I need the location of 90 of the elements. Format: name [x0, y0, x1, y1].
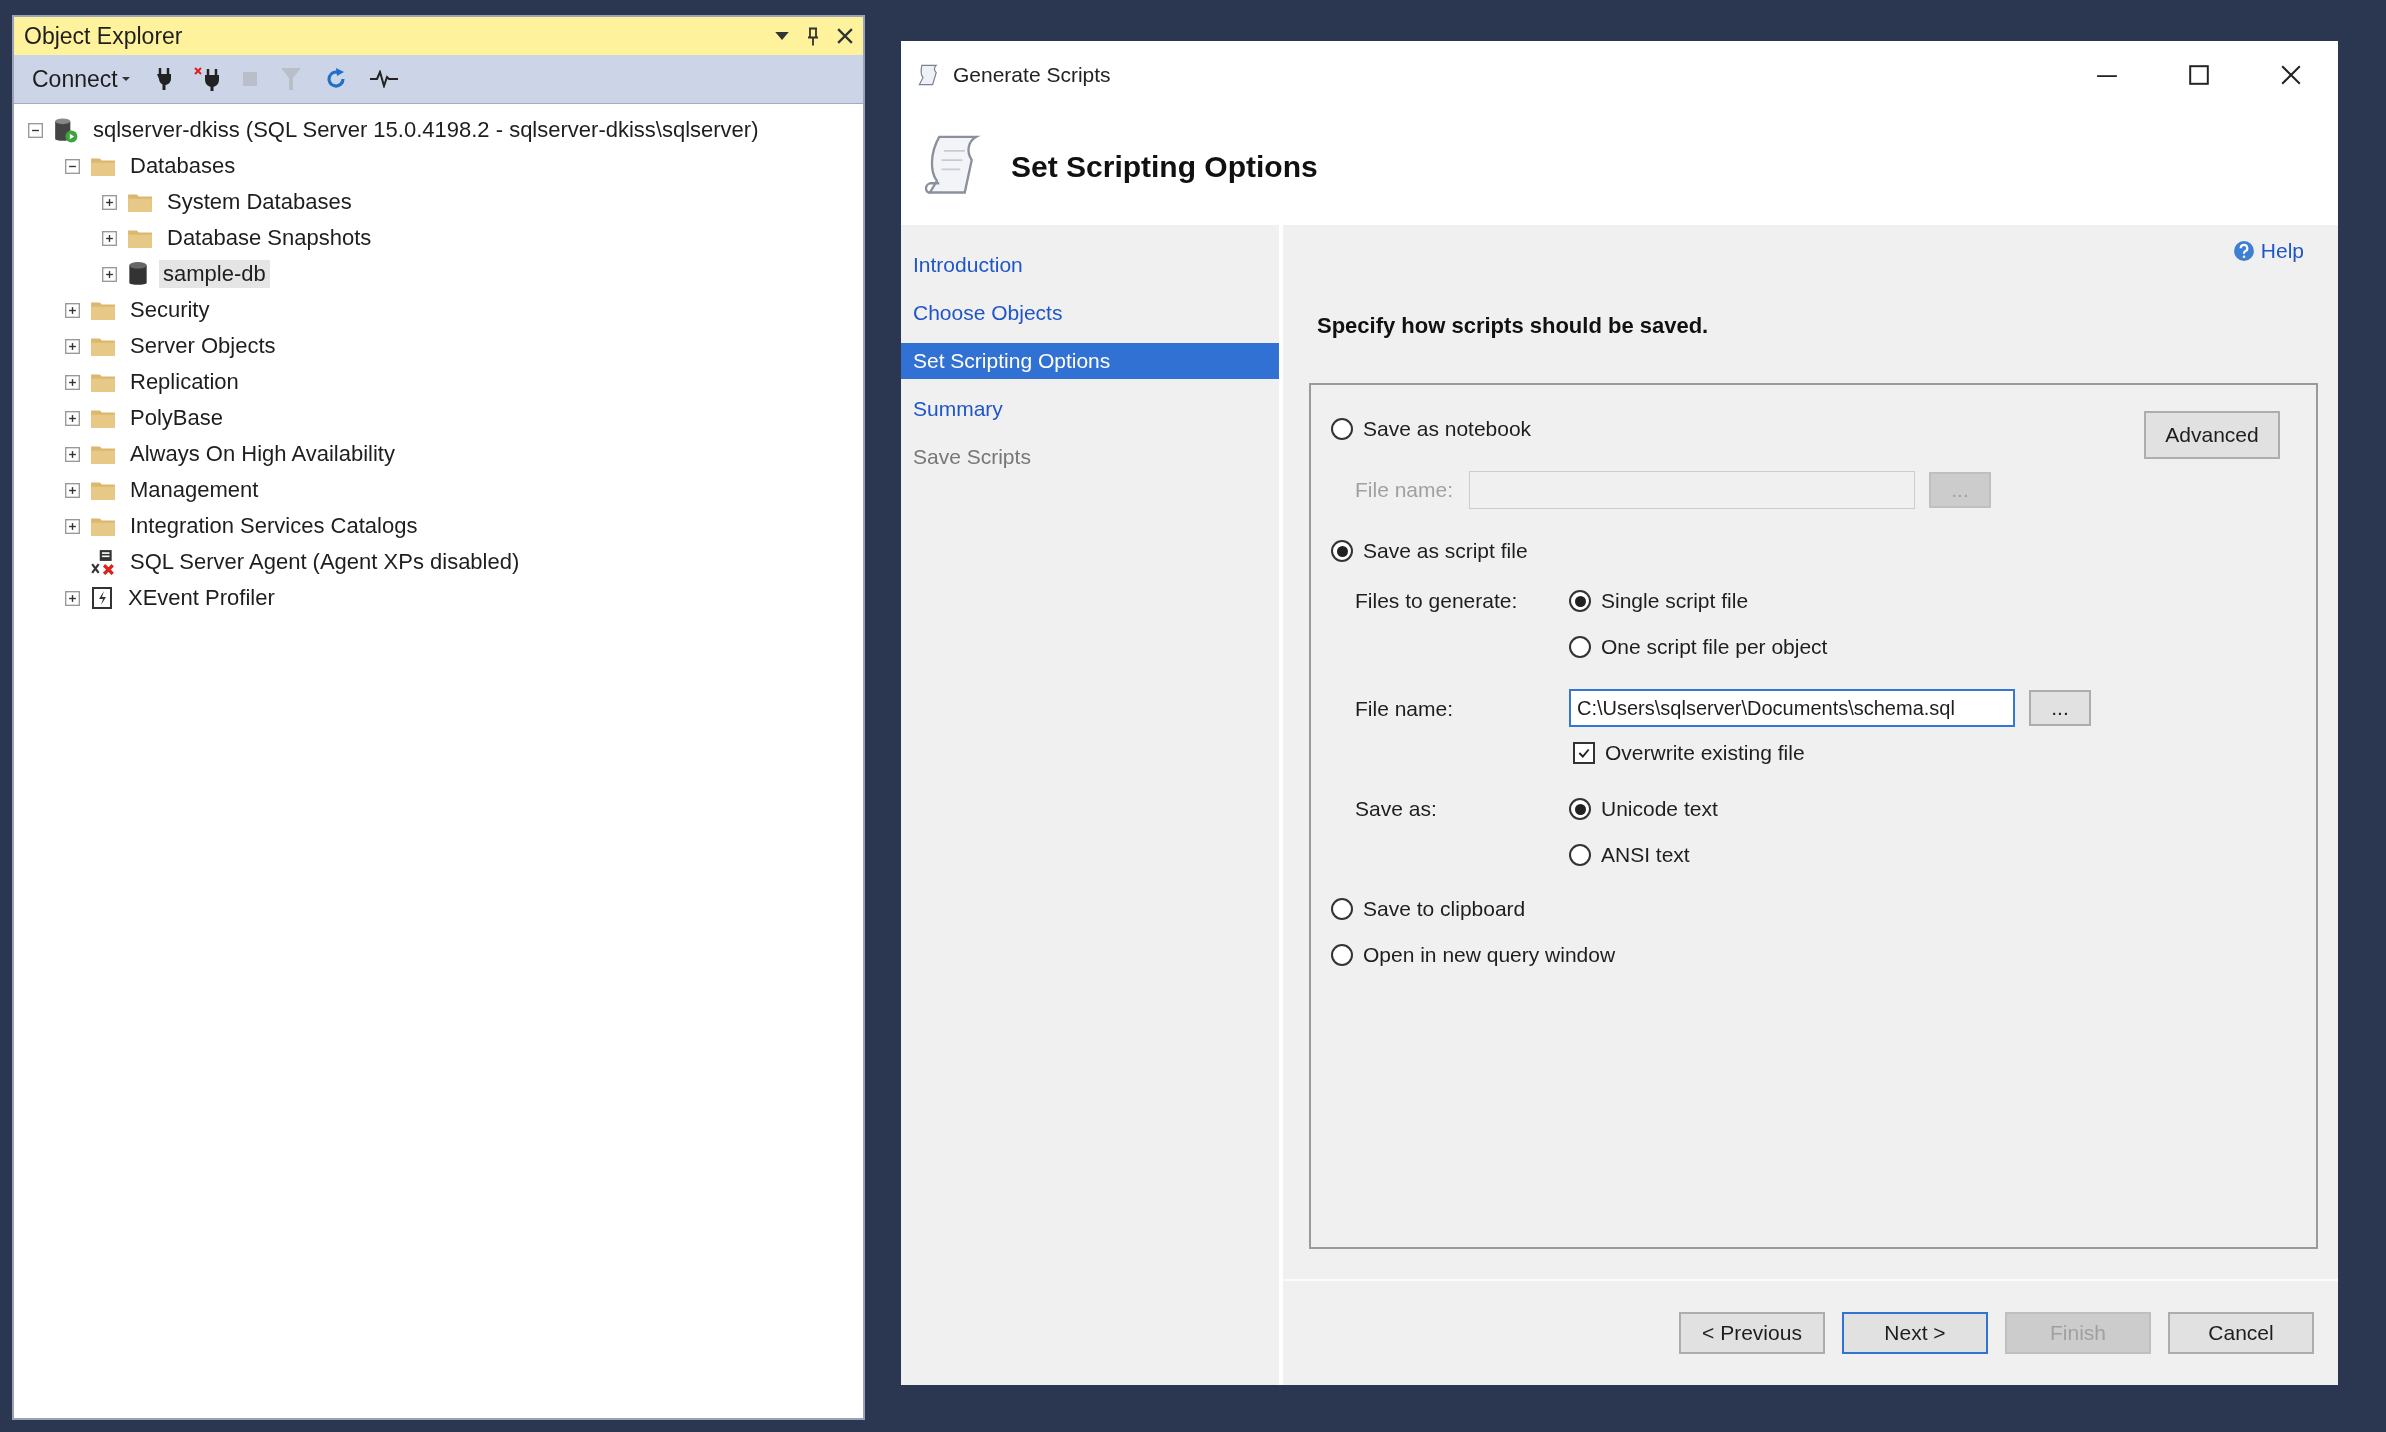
- tree-item[interactable]: sample-db: [159, 260, 270, 288]
- instruction-text: Specify how scripts should be saved.: [1317, 313, 1710, 339]
- activity-icon[interactable]: [369, 70, 398, 88]
- agent-icon: [90, 549, 116, 575]
- collapse-icon[interactable]: [28, 122, 43, 138]
- tree-item[interactable]: System Databases: [163, 188, 356, 216]
- checkbox[interactable]: [1573, 742, 1595, 764]
- wizard-button[interactable]: Cancel: [2168, 1312, 2314, 1354]
- expand-icon[interactable]: [102, 194, 117, 210]
- expand-icon[interactable]: [65, 446, 80, 462]
- radio-button[interactable]: [1331, 898, 1353, 920]
- option-label: Overwrite existing file: [1605, 741, 1805, 765]
- help-link[interactable]: Help: [2232, 239, 2304, 263]
- tree-item[interactable]: Integration Services Catalogs: [126, 512, 422, 540]
- option-label: Single script file: [1601, 589, 1749, 613]
- disconnect-icon[interactable]: [193, 67, 220, 91]
- field-label: File name:: [1355, 696, 1455, 722]
- tree-item[interactable]: Replication: [126, 368, 243, 396]
- panel-title: Object Explorer: [24, 22, 183, 50]
- folder-icon: [90, 371, 116, 393]
- wizard-button[interactable]: < Previous: [1679, 1312, 1825, 1354]
- folder-icon: [90, 155, 116, 177]
- tree-item[interactable]: sqlserver-dkiss (SQL Server 15.0.4198.2 - sqlserver-dkiss\sqlserver): [89, 116, 763, 144]
- expand-icon[interactable]: [65, 410, 80, 426]
- expand-icon[interactable]: [102, 230, 117, 246]
- radio-button[interactable]: [1569, 798, 1591, 820]
- collapse-icon[interactable]: [65, 158, 80, 174]
- tree-item[interactable]: PolyBase: [126, 404, 227, 432]
- wizard-step-link[interactable]: Summary: [901, 391, 1279, 427]
- option-label: Open in new query window: [1363, 943, 1616, 967]
- tree-item[interactable]: Security: [126, 296, 214, 324]
- advanced-button[interactable]: Advanced: [2144, 411, 2280, 459]
- connect-button[interactable]: Connect: [28, 65, 134, 93]
- tree-item[interactable]: XEvent Profiler: [124, 584, 279, 612]
- page-heading: Set Scripting Options: [1011, 150, 1318, 184]
- folder-icon: [90, 407, 116, 429]
- radio-button[interactable]: [1331, 944, 1353, 966]
- checkmark-icon: [1577, 746, 1591, 760]
- profiler-icon: [90, 586, 114, 610]
- tree-item[interactable]: Server Objects: [126, 332, 280, 360]
- tree-item[interactable]: Management: [126, 476, 263, 504]
- tree-item[interactable]: Always On High Availability: [126, 440, 399, 468]
- help-icon: [2232, 240, 2255, 262]
- tree-item[interactable]: SQL Server Agent (Agent XPs disabled): [126, 548, 524, 576]
- wizard-step-link[interactable]: Set Scripting Options: [901, 343, 1279, 379]
- window-title: Generate Scripts: [953, 63, 1111, 87]
- expand-icon[interactable]: [65, 374, 80, 390]
- field-label: Files to generate:: [1355, 588, 1519, 614]
- help-label[interactable]: Help: [2260, 239, 2304, 263]
- expand-icon[interactable]: [65, 338, 80, 354]
- wizard-step-link[interactable]: Introduction: [901, 247, 1279, 283]
- plug-icon[interactable]: [155, 67, 172, 91]
- expand-icon[interactable]: [102, 266, 117, 282]
- option-label: Save as notebook: [1363, 417, 1532, 441]
- field-label: File name:: [1355, 478, 1455, 502]
- option-label: Save as script file: [1363, 539, 1528, 563]
- option-label: ANSI text: [1601, 843, 1690, 867]
- wizard-button[interactable]: Next >: [1842, 1312, 1988, 1354]
- server-icon: [53, 117, 79, 143]
- folder-icon: [90, 515, 116, 537]
- radio-button[interactable]: [1569, 590, 1591, 612]
- option-label: Unicode text: [1601, 797, 1718, 821]
- folder-icon: [90, 335, 116, 357]
- folder-icon: [127, 227, 153, 249]
- dropdown-icon[interactable]: [775, 31, 789, 41]
- close-icon[interactable]: [837, 28, 853, 44]
- pin-icon[interactable]: [807, 26, 819, 46]
- database-icon: [127, 261, 149, 287]
- radio-button[interactable]: [1569, 636, 1591, 658]
- tree-item[interactable]: Database Snapshots: [163, 224, 376, 252]
- expand-icon[interactable]: [65, 482, 80, 498]
- tree-item[interactable]: Databases: [126, 152, 240, 180]
- option-label: One script file per object: [1601, 635, 1828, 659]
- option-label: Save to clipboard: [1363, 897, 1526, 921]
- caret-icon: [121, 76, 130, 82]
- radio-button[interactable]: [1331, 540, 1353, 562]
- folder-icon: [90, 479, 116, 501]
- expand-icon[interactable]: [65, 302, 80, 318]
- wizard-step-link[interactable]: Choose Objects: [901, 295, 1279, 331]
- maximize-icon[interactable]: [2188, 64, 2210, 86]
- folder-icon: [90, 299, 116, 321]
- field-label: Save as:: [1355, 796, 1438, 822]
- expand-icon[interactable]: [65, 518, 80, 534]
- expand-icon[interactable]: [65, 590, 80, 606]
- folder-icon: [127, 191, 153, 213]
- close-icon[interactable]: [2280, 64, 2302, 86]
- browse-button[interactable]: ...: [2029, 690, 2091, 726]
- radio-button[interactable]: [1569, 844, 1591, 866]
- file-name-field[interactable]: C:\Users\sqlserver\Documents\schema.sql: [1569, 689, 2015, 727]
- folder-icon: [90, 443, 116, 465]
